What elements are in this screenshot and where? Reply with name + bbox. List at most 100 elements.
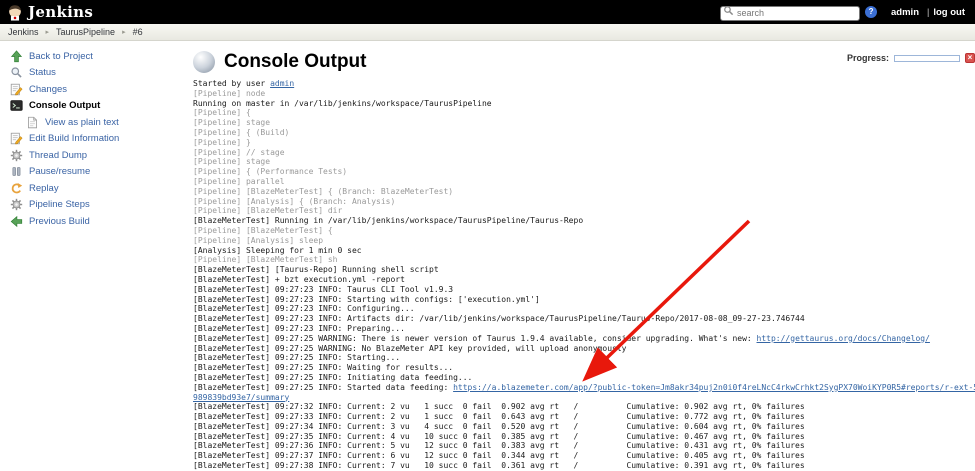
console-link[interactable]: http://gettaurus.org/docs/Changelog/ bbox=[757, 334, 930, 343]
sidebar-item-label: Edit Build Information bbox=[29, 133, 119, 144]
user-link[interactable]: admin bbox=[891, 7, 919, 18]
sidebar-item-previous-build[interactable]: Previous Build bbox=[0, 213, 185, 230]
console-text: [BlazeMeterTest] 09:27:23 INFO: Preparin… bbox=[193, 324, 405, 333]
breadcrumb-separator-icon: ▸ bbox=[122, 28, 126, 36]
console-text: [BlazeMeterTest] 09:27:34 INFO: Current:… bbox=[193, 422, 805, 431]
console-line: [Pipeline] [BlazeMeterTest] dir bbox=[193, 206, 975, 216]
sidebar-item-label: Changes bbox=[29, 84, 67, 95]
console-link[interactable]: admin bbox=[270, 79, 294, 88]
progress-label: Progress: bbox=[847, 53, 889, 63]
console-line: [BlazeMeterTest] 09:27:25 INFO: Starting… bbox=[193, 353, 975, 363]
sidebar-item-pause-resume[interactable]: Pause/resume bbox=[0, 164, 185, 181]
breadcrumb-item[interactable]: Jenkins bbox=[8, 27, 39, 37]
left-arrow-icon bbox=[10, 215, 23, 228]
console-text: [Pipeline] { (Build) bbox=[193, 128, 289, 137]
search-input[interactable] bbox=[720, 6, 860, 21]
console-line: [BlazeMeterTest] 09:27:38 INFO: Current:… bbox=[193, 461, 975, 471]
brand-title: Jenkins bbox=[28, 3, 93, 21]
console-line: [BlazeMeterTest] [Taurus-Repo] Running s… bbox=[193, 265, 975, 275]
console-line: [BlazeMeterTest] 09:27:23 INFO: Starting… bbox=[193, 295, 975, 305]
console-text: [BlazeMeterTest] 09:27:23 INFO: Taurus C… bbox=[193, 285, 453, 294]
terminal-icon bbox=[10, 99, 23, 112]
console-text: [Analysis] Sleeping for 1 min 0 sec bbox=[193, 246, 362, 255]
console-text: [BlazeMeterTest] 09:27:33 INFO: Current:… bbox=[193, 412, 805, 421]
console-output-text: Started by user admin[Pipeline] nodeRunn… bbox=[193, 79, 975, 471]
console-text: [Pipeline] [BlazeMeterTest] dir bbox=[193, 206, 342, 215]
console-text: [BlazeMeterTest] 09:27:25 WARNING: No Bl… bbox=[193, 344, 626, 353]
console-text: [BlazeMeterTest] 09:27:25 INFO: Started … bbox=[193, 383, 453, 392]
sidebar-item-view-as-plain-text[interactable]: View as plain text bbox=[0, 114, 185, 131]
console-line: [Pipeline] // stage bbox=[193, 148, 975, 158]
console-text: [BlazeMeterTest] 09:27:32 INFO: Current:… bbox=[193, 402, 805, 411]
console-text: [Pipeline] [Analysis] { (Branch: Analysi… bbox=[193, 197, 395, 206]
sidebar-item-status[interactable]: Status bbox=[0, 65, 185, 82]
console-line: [BlazeMeterTest] 09:27:33 INFO: Current:… bbox=[193, 412, 975, 422]
sidebar-item-console-output[interactable]: Console Output bbox=[0, 98, 185, 115]
sidebar-item-label: Previous Build bbox=[29, 216, 90, 227]
console-line: [Pipeline] [Analysis] { (Branch: Analysi… bbox=[193, 197, 975, 207]
breadcrumb-separator-icon: ▸ bbox=[46, 28, 50, 36]
sidebar-item-pipeline-steps[interactable]: Pipeline Steps bbox=[0, 197, 185, 214]
stop-build-icon[interactable]: × bbox=[965, 53, 975, 63]
sidebar-item-label: Console Output bbox=[29, 100, 100, 111]
console-line: [Pipeline] [BlazeMeterTest] { bbox=[193, 226, 975, 236]
console-line: [BlazeMeterTest] 09:27:37 INFO: Current:… bbox=[193, 451, 975, 461]
console-line: [Pipeline] } bbox=[193, 138, 975, 148]
sidebar-nav: Back to ProjectStatus Changes Console Outp… bbox=[0, 41, 185, 471]
sidebar-item-edit-build-information[interactable]: Edit Build Information bbox=[0, 131, 185, 148]
console-line: [Pipeline] parallel bbox=[193, 177, 975, 187]
console-text: [BlazeMeterTest] 09:27:25 INFO: Initiati… bbox=[193, 373, 472, 382]
sidebar-item-label: Replay bbox=[29, 183, 59, 194]
gear-icon bbox=[10, 149, 23, 162]
breadcrumb-item[interactable]: TaurusPipeline bbox=[56, 27, 115, 37]
sidebar-item-label: Thread Dump bbox=[29, 150, 87, 161]
console-text: [Pipeline] [BlazeMeterTest] { bbox=[193, 226, 333, 235]
logout-link[interactable]: log out bbox=[933, 7, 965, 18]
console-text: [BlazeMeterTest] 09:27:25 INFO: Starting… bbox=[193, 353, 400, 362]
console-line: [Pipeline] node bbox=[193, 89, 975, 99]
search-icon bbox=[723, 5, 734, 16]
progress-widget: Progress: × bbox=[847, 53, 975, 63]
help-icon[interactable]: ? bbox=[865, 6, 877, 18]
console-text: [BlazeMeterTest] 09:27:25 INFO: Waiting … bbox=[193, 363, 453, 372]
console-text: [BlazeMeterTest] 09:27:36 INFO: Current:… bbox=[193, 441, 805, 450]
console-text: [Pipeline] } bbox=[193, 138, 251, 147]
console-text: [Pipeline] node bbox=[193, 89, 265, 98]
console-line: [BlazeMeterTest] Running in /var/lib/jen… bbox=[193, 216, 975, 226]
changes-icon bbox=[10, 83, 23, 96]
console-text: [Pipeline] stage bbox=[193, 157, 270, 166]
sidebar-item-back-to-project[interactable]: Back to Project bbox=[0, 48, 185, 65]
sidebar-item-label: Pause/resume bbox=[29, 166, 90, 177]
sidebar-item-replay[interactable]: Replay bbox=[0, 180, 185, 197]
console-text: [BlazeMeterTest] [Taurus-Repo] Running s… bbox=[193, 265, 439, 274]
console-line: [Pipeline] { bbox=[193, 108, 975, 118]
console-line: [BlazeMeterTest] 09:27:23 INFO: Taurus C… bbox=[193, 285, 975, 295]
console-line: [BlazeMeterTest] 09:27:23 INFO: Preparin… bbox=[193, 324, 975, 334]
console-line: [BlazeMeterTest] 09:27:23 INFO: Artifact… bbox=[193, 314, 975, 324]
console-text: [BlazeMeterTest] 09:27:35 INFO: Current:… bbox=[193, 432, 805, 441]
jenkins-home-link[interactable]: Jenkins bbox=[6, 3, 93, 21]
build-status-ball-icon bbox=[193, 51, 215, 73]
console-line: [Pipeline] { (Build) bbox=[193, 128, 975, 138]
console-text: [Pipeline] [BlazeMeterTest] { (Branch: B… bbox=[193, 187, 453, 196]
console-text: [BlazeMeterTest] 09:27:23 INFO: Starting… bbox=[193, 295, 540, 304]
sidebar-item-thread-dump[interactable]: Thread Dump bbox=[0, 147, 185, 164]
console-line: [BlazeMeterTest] 09:27:23 INFO: Configur… bbox=[193, 304, 975, 314]
console-text: [BlazeMeterTest] 09:27:25 WARNING: There… bbox=[193, 334, 757, 343]
console-text: [Pipeline] stage bbox=[193, 118, 270, 127]
console-text: [Pipeline] // stage bbox=[193, 148, 285, 157]
console-line: [Pipeline] [BlazeMeterTest] sh bbox=[193, 255, 975, 265]
page-title: Console Output bbox=[224, 51, 366, 73]
up-arrow-icon bbox=[10, 50, 23, 63]
sidebar-item-changes[interactable]: Changes bbox=[0, 81, 185, 98]
console-text: Running on master in /var/lib/jenkins/wo… bbox=[193, 99, 492, 108]
pause-icon bbox=[10, 165, 23, 178]
breadcrumb: Jenkins ▸ TaurusPipeline ▸ #6 bbox=[0, 24, 975, 41]
document-icon bbox=[26, 116, 39, 129]
console-line: [BlazeMeterTest] 09:27:25 INFO: Started … bbox=[193, 383, 975, 403]
console-line: [Analysis] Sleeping for 1 min 0 sec bbox=[193, 246, 975, 256]
console-text: [BlazeMeterTest] 09:27:23 INFO: Artifact… bbox=[193, 314, 805, 323]
breadcrumb-item[interactable]: #6 bbox=[133, 27, 143, 37]
console-text: [BlazeMeterTest] + bzt execution.yml -re… bbox=[193, 275, 405, 284]
console-text: [Pipeline] { bbox=[193, 108, 251, 117]
